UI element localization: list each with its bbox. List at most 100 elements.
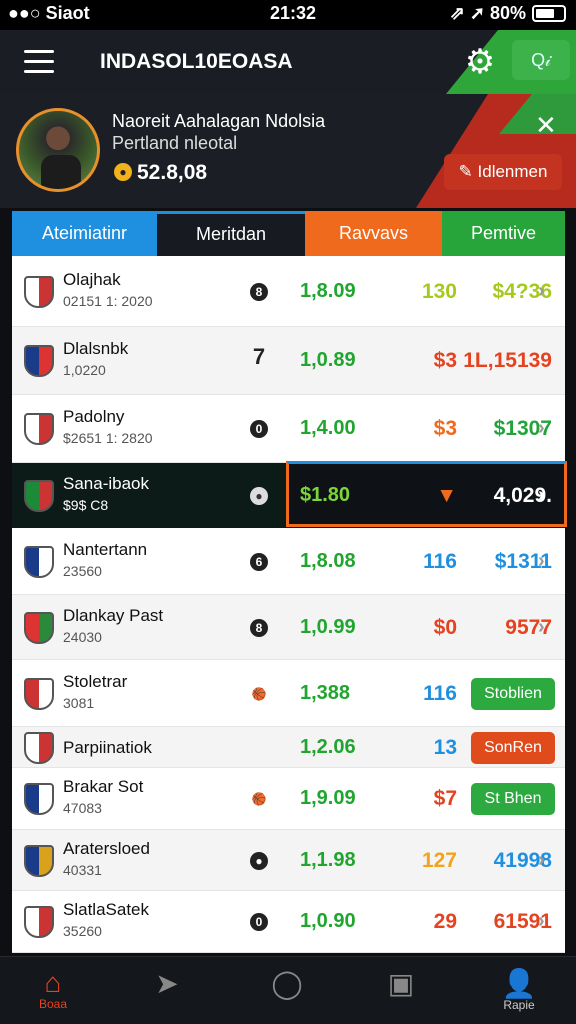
sport-icon: ● [250, 486, 268, 505]
payout-value[interactable]: 41998 [432, 849, 552, 873]
chevron-right-icon[interactable]: › [538, 616, 545, 639]
sport-icon: 0 [250, 420, 268, 438]
profile-icon[interactable]: 👤 Rapie [494, 967, 544, 1017]
odds-value[interactable]: 1,8.09 [300, 280, 356, 303]
bottom-nav: ⌂ Boaa ➤ ◯ ▣ 👤 Rapie [0, 956, 576, 1024]
team-crest-icon [24, 906, 54, 938]
identify-button[interactable]: ✎ Idlenmen [444, 154, 562, 190]
app-title: INDASOL10EOASA [100, 50, 293, 73]
status-bar: ●●○ Siaot 21:32 ⇗ ➚ 80% [0, 0, 576, 30]
stake-value[interactable]: $7 [397, 787, 457, 811]
odds-value[interactable]: $1.80 [300, 484, 350, 507]
team-name: Stoletrar [63, 671, 128, 691]
ticket-icon[interactable]: ▣ [376, 967, 426, 1017]
odds-value[interactable]: 1,0.99 [300, 616, 356, 639]
tab-bar: Ateimiatinr Meritdan Ravvavs Pemtive [12, 211, 565, 256]
close-icon[interactable]: ✕ [535, 110, 557, 141]
chevron-right-icon[interactable]: › [538, 550, 545, 573]
hamburger-menu-icon[interactable] [24, 50, 54, 74]
home-icon[interactable]: ⌂ Boaa [28, 967, 78, 1017]
odds-value[interactable]: 1,1.98 [300, 849, 356, 872]
payout-value[interactable]: 4,029. [432, 484, 552, 508]
list-item[interactable]: Sana-ibaok $9$ C8 ● $1.80 ▼ 4,029. › [12, 461, 567, 528]
gear-icon[interactable]: ⚙ [462, 44, 498, 80]
payout-value[interactable]: $1311 [432, 550, 552, 574]
odds-value[interactable]: 1,0.90 [300, 910, 356, 933]
battery-icon [532, 5, 566, 22]
match-time: 3081 [63, 694, 95, 711]
match-list: Olajhak 02151 1: 2020 8 1,8.09 130 $4?36 › Dlal… [12, 256, 567, 953]
coin-icon: ● [114, 163, 132, 181]
list-item[interactable]: Olajhak 02151 1: 2020 8 1,8.09 130 $4?36 › [12, 256, 565, 327]
team-name: Dlankay Past [63, 605, 164, 625]
chevron-right-icon[interactable]: › [538, 417, 545, 440]
search-button[interactable]: Q𝒾 [512, 40, 570, 80]
team-crest-icon [24, 345, 54, 377]
list-item[interactable]: Dlalsnbk 1,0220 7 1,0.89 $3 1L,15139 [12, 327, 565, 395]
avatar[interactable] [16, 108, 100, 192]
sport-icon: 0 [250, 913, 268, 931]
balance: 52.8,08 [137, 161, 208, 184]
odds-value[interactable]: 1,9.09 [300, 787, 356, 810]
list-item[interactable]: Padolny $2651 1: 2820 0 1,4.00 $3 $1307 › [12, 395, 565, 463]
sport-icon: 6 [250, 552, 268, 571]
tab-3[interactable]: Ravvavs [305, 211, 442, 256]
team-name: Padolny [63, 407, 125, 426]
payout-value[interactable]: $1307 [432, 417, 552, 441]
signal-carrier: ●●○ Siaot [8, 3, 90, 23]
team-name: Nantertann [63, 539, 148, 559]
odds-value[interactable]: 1,4.00 [300, 417, 356, 440]
action-pill-button[interactable]: St Bhen [471, 783, 555, 815]
match-time: 35260 [63, 923, 102, 939]
team-crest-icon [24, 677, 54, 710]
tab-1[interactable]: Ateimiatinr [12, 211, 157, 256]
payout-value[interactable]: 1L,15139 [432, 349, 552, 373]
tab-2[interactable]: Meritdan [157, 211, 305, 256]
odds-value[interactable]: 1,0.89 [300, 349, 356, 372]
team-crest-icon [24, 783, 54, 815]
action-pill-button[interactable]: Stoblien [471, 677, 555, 710]
clock-icon[interactable]: ◯ [262, 967, 312, 1017]
list-item[interactable]: Brakar Sot 47083 🏀 1,9.09 $7 St Bhen [12, 768, 565, 830]
match-time: 24030 [63, 628, 102, 645]
list-item[interactable]: Stoletrar 3081 🏀 1,388 116 Stoblien [12, 660, 565, 727]
clock: 21:32 [269, 3, 317, 23]
send-icon[interactable]: ➤ [142, 967, 192, 1017]
list-item[interactable]: Parpiinatiok 1,2.06 13 SonRen [12, 727, 565, 768]
odds-value[interactable]: 1,388 [300, 682, 350, 705]
match-time: 40331 [63, 861, 102, 878]
chevron-right-icon[interactable]: › [538, 280, 545, 303]
action-pill-button[interactable]: SonRen [471, 731, 555, 764]
team-name: Aratersloed [63, 838, 150, 858]
odds-value[interactable]: 1,8.08 [300, 550, 356, 573]
stake-value[interactable]: 116 [397, 682, 457, 706]
match-time: 47083 [63, 800, 102, 816]
match-time: $2651 1: 2820 [63, 430, 153, 446]
list-item[interactable]: SlatlaSatek 35260 0 1,0.90 29 61591 › [12, 891, 565, 953]
team-name: Olajhak [63, 269, 121, 289]
team-name: Brakar Sot [63, 777, 144, 796]
sport-icon: 8 [250, 618, 268, 637]
team-name: Dlalsnbk [63, 339, 129, 358]
match-time: 1,0220 [63, 362, 106, 378]
match-time: 02151 1: 2020 [63, 292, 153, 309]
chevron-right-icon[interactable]: › [538, 484, 545, 507]
stake-value[interactable]: 13 [397, 736, 457, 760]
tab-4[interactable]: Pemtive [442, 211, 565, 256]
team-crest-icon [24, 731, 54, 764]
list-item[interactable]: Dlankay Past 24030 8 1,0.99 $0 9577 › [12, 595, 565, 660]
profile-card: Naoreit Aahalagan Ndolsia Pertland nleot… [0, 94, 576, 208]
payout-value[interactable]: 9577 [432, 616, 552, 640]
profile-name: Naoreit Aahalagan Ndolsia [112, 111, 326, 131]
chevron-right-icon[interactable]: › [538, 849, 545, 872]
odds-value[interactable]: 1,2.06 [300, 736, 356, 759]
payout-value[interactable]: 61591 [432, 910, 552, 934]
list-item[interactable]: Aratersloed 40331 ● 1,1.98 127 41998 › [12, 830, 565, 891]
sport-icon: 7 [252, 344, 266, 369]
sport-icon: ● [250, 851, 268, 870]
team-crest-icon [24, 413, 54, 445]
list-item[interactable]: Nantertann 23560 6 1,8.08 116 $1311 › [12, 528, 565, 595]
chevron-right-icon[interactable]: › [538, 910, 545, 933]
payout-value[interactable]: $4?36 [432, 280, 552, 304]
sport-icon: 🏀 [251, 792, 267, 806]
